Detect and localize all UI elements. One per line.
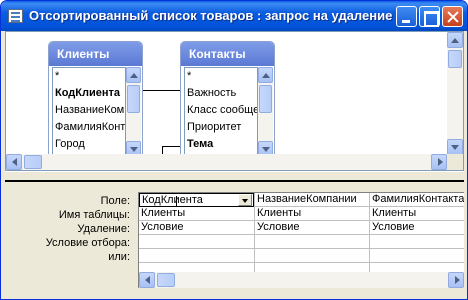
horizontal-scrollbar[interactable] bbox=[6, 154, 447, 170]
field-item[interactable]: Тема bbox=[185, 136, 257, 153]
or-cell[interactable] bbox=[370, 249, 464, 263]
field-cell[interactable]: ФамилияКонтакта bbox=[370, 193, 464, 207]
grid-column[interactable]: ФамилияКонтакта Клиенты Условие bbox=[370, 193, 464, 276]
delete-cell[interactable]: Условие bbox=[139, 221, 254, 235]
field-item[interactable]: НазваниеКомпании bbox=[53, 102, 125, 119]
field-list-body[interactable]: * Важность Класс сообщения Приоритет Тем… bbox=[184, 67, 258, 157]
field-item[interactable]: * bbox=[185, 68, 257, 85]
scroll-left-button[interactable] bbox=[139, 272, 155, 288]
maximize-button[interactable] bbox=[419, 6, 440, 27]
window-title: Отсортированный список товаров : запрос … bbox=[29, 8, 393, 23]
field-item[interactable]: Приоритет bbox=[185, 119, 257, 136]
pane-splitter[interactable] bbox=[5, 171, 464, 182]
field-cell[interactable]: КодКлиента bbox=[139, 193, 254, 207]
field-item[interactable]: Город bbox=[53, 136, 125, 153]
field-item[interactable]: ФамилияКонтакта bbox=[53, 119, 125, 136]
design-grid-pane: Поле: Имя таблицы: Удаление: Условие отб… bbox=[5, 184, 464, 296]
row-label-field: Поле: bbox=[100, 195, 130, 207]
text-caret bbox=[176, 196, 177, 206]
field-item[interactable]: * bbox=[53, 68, 125, 85]
row-label-delete: Удаление: bbox=[77, 223, 130, 235]
field-item[interactable]: КодКлиента bbox=[53, 85, 125, 102]
field-list-title[interactable]: Клиенты bbox=[49, 42, 142, 66]
field-item[interactable]: Класс сообщения bbox=[185, 102, 257, 119]
query-window: Отсортированный список товаров : запрос … bbox=[0, 0, 468, 300]
criteria-cell[interactable] bbox=[255, 235, 369, 249]
field-list-clients[interactable]: Клиенты * КодКлиента НазваниеКомпании Фа… bbox=[48, 41, 143, 159]
delete-cell[interactable]: Условие bbox=[370, 221, 464, 235]
field-item[interactable]: Важность bbox=[185, 85, 257, 102]
field-cell[interactable]: НазваниеКомпании bbox=[255, 193, 369, 207]
row-label-criteria: Условие отбора: bbox=[45, 237, 130, 249]
scroll-right-button[interactable] bbox=[448, 272, 464, 288]
row-label-or: или: bbox=[108, 251, 130, 263]
field-cell-value: КодКлиента bbox=[142, 194, 203, 206]
field-list-scrollbar[interactable] bbox=[126, 67, 141, 157]
vertical-scrollbar[interactable] bbox=[447, 32, 463, 155]
scroll-thumb[interactable] bbox=[259, 85, 272, 113]
scroll-up-button[interactable] bbox=[447, 32, 463, 48]
field-list-contacts[interactable]: Контакты * Важность Класс сообщения Прио… bbox=[180, 41, 275, 159]
or-cell[interactable] bbox=[139, 249, 254, 263]
scroll-up-button[interactable] bbox=[258, 67, 273, 83]
scroll-thumb[interactable] bbox=[127, 85, 140, 113]
minimize-button[interactable] bbox=[396, 6, 417, 27]
close-button[interactable] bbox=[442, 6, 463, 27]
query-design-icon[interactable] bbox=[8, 9, 23, 23]
or-cell[interactable] bbox=[255, 249, 369, 263]
criteria-cell[interactable] bbox=[139, 235, 254, 249]
delete-cell[interactable]: Условие bbox=[255, 221, 369, 235]
chevron-down-icon[interactable] bbox=[238, 194, 252, 206]
relationship-line[interactable] bbox=[143, 90, 180, 91]
design-grid[interactable]: КодКлиента Клиенты Условие НазваниеКомпа… bbox=[138, 192, 464, 276]
scroll-up-button[interactable] bbox=[126, 67, 141, 83]
field-list-scrollbar[interactable] bbox=[258, 67, 273, 157]
scroll-thumb[interactable] bbox=[157, 273, 175, 287]
grid-horizontal-scrollbar[interactable] bbox=[138, 272, 464, 288]
scroll-thumb[interactable] bbox=[448, 50, 462, 68]
row-label-table: Имя таблицы: bbox=[58, 209, 130, 221]
table-cell[interactable]: Клиенты bbox=[139, 207, 254, 221]
criteria-cell[interactable] bbox=[370, 235, 464, 249]
scroll-down-button[interactable] bbox=[447, 139, 463, 155]
table-pane[interactable]: Клиенты * КодКлиента НазваниеКомпании Фа… bbox=[5, 31, 464, 171]
table-cell[interactable]: Клиенты bbox=[255, 207, 369, 221]
grid-column[interactable]: КодКлиента Клиенты Условие bbox=[139, 193, 255, 276]
scroll-left-button[interactable] bbox=[6, 154, 22, 170]
scroll-thumb[interactable] bbox=[24, 155, 42, 169]
field-list-body[interactable]: * КодКлиента НазваниеКомпании ФамилияКон… bbox=[52, 67, 126, 157]
scroll-right-button[interactable] bbox=[431, 154, 447, 170]
field-list-title[interactable]: Контакты bbox=[181, 42, 274, 66]
table-cell[interactable]: Клиенты bbox=[370, 207, 464, 221]
relationship-line[interactable] bbox=[162, 146, 180, 147]
title-bar[interactable]: Отсортированный список товаров : запрос … bbox=[1, 1, 467, 31]
scroll-corner bbox=[447, 154, 463, 170]
grid-column[interactable]: НазваниеКомпании Клиенты Условие bbox=[255, 193, 370, 276]
grid-row-labels: Поле: Имя таблицы: Удаление: Условие отб… bbox=[5, 194, 136, 264]
